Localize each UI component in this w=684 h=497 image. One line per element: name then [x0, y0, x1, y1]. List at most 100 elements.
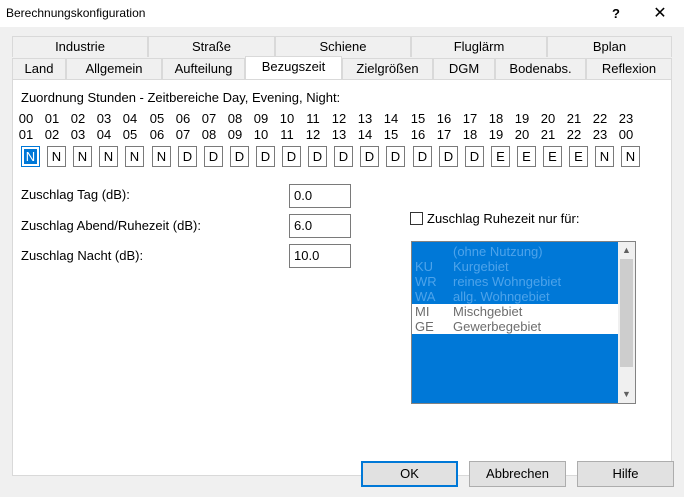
hour-period-cell[interactable]: D	[282, 146, 301, 167]
day-surcharge-input[interactable]: 0.0	[289, 184, 351, 208]
hour-period-cell[interactable]: D	[413, 146, 432, 167]
hour-period-cell[interactable]: N	[621, 146, 640, 167]
zone-list-item[interactable]: KU Kurgebiet	[412, 259, 618, 274]
tab-bodenabs[interactable]: Bodenabs.	[495, 58, 586, 79]
hour-to-label: 14	[357, 127, 373, 142]
hour-period-value: N	[156, 149, 167, 164]
tab-strasse[interactable]: Straße	[148, 36, 275, 57]
hour-to-label: 00	[618, 127, 634, 142]
zone-name: (ohne Nutzung)	[453, 244, 543, 259]
evening-surcharge-input[interactable]: 6.0	[289, 214, 351, 238]
hour-from-label: 23	[618, 111, 634, 126]
hour-from-label: 16	[436, 111, 452, 126]
listbox-scrollbar[interactable]: ▲ ▼	[618, 242, 635, 403]
hour-to-label: 01	[18, 127, 34, 142]
hour-period-cell[interactable]: D	[204, 146, 223, 167]
hour-period-value: N	[599, 149, 610, 164]
hour-from-label: 07	[201, 111, 217, 126]
zone-list: (ohne Nutzung) KU Kurgebiet WR reines Wohnge…	[412, 242, 618, 403]
zone-code: GE	[415, 319, 434, 334]
hour-period-cell[interactable]: N	[125, 146, 144, 167]
hour-from-label: 22	[592, 111, 608, 126]
scroll-thumb[interactable]	[620, 259, 633, 367]
zone-list-item[interactable]: WR reines Wohngebiet	[412, 274, 618, 289]
rest-period-label: Zuschlag Ruhezeit nur für:	[427, 211, 580, 226]
hour-from-label: 01	[44, 111, 60, 126]
close-icon[interactable]: ✕	[638, 0, 682, 28]
tab-bezugszeit[interactable]: Bezugszeit	[245, 56, 342, 79]
ok-button[interactable]: OK	[361, 461, 458, 487]
zone-listbox[interactable]: (ohne Nutzung) KU Kurgebiet WR reines Wohnge…	[411, 241, 636, 404]
hour-period-cell[interactable]: N	[21, 146, 40, 167]
tab-schiene[interactable]: Schiene	[275, 36, 411, 57]
hour-period-cell[interactable]: E	[491, 146, 510, 167]
hour-to-label: 10	[253, 127, 269, 142]
tab-bplan[interactable]: Bplan	[547, 36, 672, 57]
tab-allgemein[interactable]: Allgemein	[66, 58, 162, 79]
hour-to-label: 09	[227, 127, 243, 142]
hour-to-label: 07	[175, 127, 191, 142]
zone-list-item[interactable]: GE Gewerbegebiet	[412, 319, 618, 334]
hour-period-cell[interactable]: D	[465, 146, 484, 167]
zone-name: Kurgebiet	[453, 259, 509, 274]
help-icon[interactable]: ?	[594, 0, 638, 28]
zone-list-item[interactable]: WA allg. Wohngebiet	[412, 289, 618, 304]
bezugszeit-panel: Zuordnung Stunden - Zeitbereiche Day, Ev…	[12, 79, 672, 476]
window-title: Berechnungskonfiguration	[6, 6, 146, 20]
tab-dgm[interactable]: DGM	[433, 58, 495, 79]
hour-period-cell[interactable]: D	[334, 146, 353, 167]
tab-aufteilung[interactable]: Aufteilung	[162, 58, 245, 79]
hour-to-label: 12	[305, 127, 321, 142]
hour-from-label: 21	[566, 111, 582, 126]
hour-to-label: 15	[383, 127, 399, 142]
hour-from-label: 03	[96, 111, 112, 126]
cancel-button[interactable]: Abbrechen	[469, 461, 566, 487]
hour-from-label: 05	[149, 111, 165, 126]
tab-land[interactable]: Land	[12, 58, 66, 79]
hour-period-cell[interactable]: N	[99, 146, 118, 167]
zone-name: Gewerbegebiet	[453, 319, 542, 334]
day-surcharge-label: Zuschlag Tag (dB):	[21, 187, 130, 202]
tab-zielgroessen[interactable]: Zielgrößen	[342, 58, 433, 79]
scroll-up-icon[interactable]: ▲	[618, 242, 635, 259]
hour-period-cell[interactable]: D	[178, 146, 197, 167]
hour-period-cell[interactable]: N	[47, 146, 66, 167]
hour-period-value: D	[390, 149, 401, 164]
tab-fluglaerm[interactable]: Fluglärm	[411, 36, 547, 57]
hour-to-label: 02	[44, 127, 60, 142]
hour-period-value: E	[496, 149, 505, 164]
hour-period-cell[interactable]: N	[152, 146, 171, 167]
hour-from-label: 17	[462, 111, 478, 126]
hour-period-value: D	[469, 149, 480, 164]
hour-period-cell[interactable]: N	[73, 146, 92, 167]
hour-period-value: N	[51, 149, 62, 164]
hour-from-label: 06	[175, 111, 191, 126]
hour-period-cell[interactable]: E	[569, 146, 588, 167]
hour-period-cell[interactable]: N	[595, 146, 614, 167]
scroll-down-icon[interactable]: ▼	[618, 386, 635, 403]
tab-industrie[interactable]: Industrie	[12, 36, 148, 57]
hour-period-cell[interactable]: D	[386, 146, 405, 167]
rest-period-checkbox[interactable]	[410, 212, 423, 225]
hour-period-cell[interactable]: D	[256, 146, 275, 167]
hour-to-label: 19	[488, 127, 504, 142]
hour-period-cell[interactable]: D	[360, 146, 379, 167]
dialog-client: Industrie Straße Schiene Fluglärm Bplan …	[0, 28, 684, 497]
hour-period-cell[interactable]: E	[543, 146, 562, 167]
hour-from-label: 12	[331, 111, 347, 126]
night-surcharge-input[interactable]: 10.0	[289, 244, 351, 268]
hour-period-cell[interactable]: D	[230, 146, 249, 167]
title-bar: Berechnungskonfiguration ? ✕	[0, 0, 684, 28]
zone-list-item[interactable]: (ohne Nutzung)	[412, 244, 618, 259]
hour-period-cell[interactable]: D	[308, 146, 327, 167]
hour-from-label: 02	[70, 111, 86, 126]
help-button[interactable]: Hilfe	[577, 461, 674, 487]
hour-period-cell[interactable]: E	[517, 146, 536, 167]
hour-period-cell[interactable]: D	[439, 146, 458, 167]
zone-list-item[interactable]: MI Mischgebiet	[412, 304, 618, 319]
hour-to-label: 18	[462, 127, 478, 142]
hour-from-label: 14	[383, 111, 399, 126]
hour-period-value: D	[260, 149, 271, 164]
hour-period-value: N	[77, 149, 88, 164]
tab-reflexion[interactable]: Reflexion	[586, 58, 672, 79]
